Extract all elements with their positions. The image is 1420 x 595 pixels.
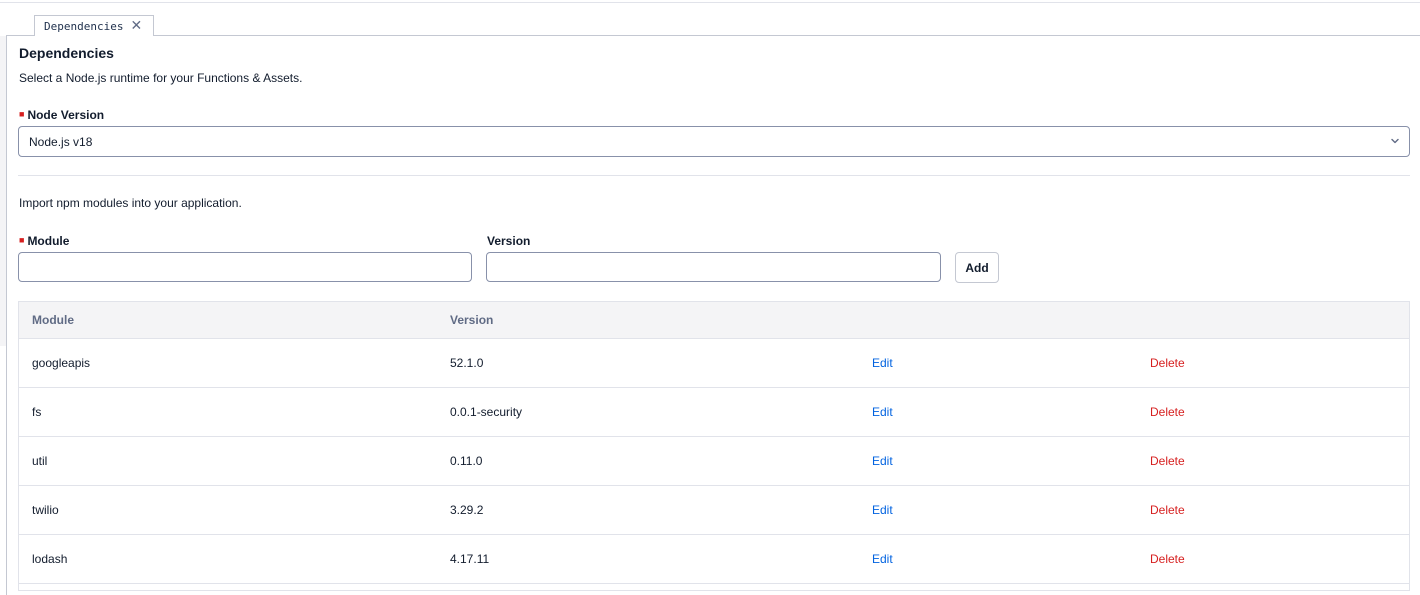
module-name: fs — [32, 405, 42, 419]
module-version: 0.11.0 — [450, 454, 483, 468]
module-name: twilio — [32, 503, 59, 517]
module-version: 52.1.0 — [450, 356, 484, 370]
table-row: twilio 3.29.2 Edit Delete — [19, 486, 1409, 535]
module-version: 4.17.11 — [450, 552, 490, 566]
node-version-value: Node.js v18 — [29, 134, 93, 149]
tab-label: Dependencies — [44, 19, 124, 33]
column-header-version: Version — [450, 313, 494, 327]
table-row: fs 0.0.1-security Edit Delete — [19, 388, 1409, 437]
add-button[interactable]: Add — [955, 252, 999, 283]
edit-link[interactable]: Edit — [872, 503, 893, 517]
tab-dependencies[interactable]: Dependencies ✕ — [34, 15, 154, 36]
version-input[interactable] — [486, 252, 941, 282]
module-field-label: ■ Module — [19, 234, 70, 248]
module-input[interactable] — [18, 252, 472, 282]
npm-description: Import npm modules into your application… — [19, 196, 242, 210]
page-title: Dependencies — [19, 45, 114, 61]
edit-link[interactable]: Edit — [872, 552, 893, 566]
top-divider — [0, 2, 1420, 3]
runtime-description: Select a Node.js runtime for your Functi… — [19, 71, 303, 85]
table-row: lodash 4.17.11 Edit Delete — [19, 535, 1409, 584]
delete-link[interactable]: Delete — [1150, 552, 1185, 566]
column-header-module: Module — [32, 313, 74, 327]
version-field-label: Version — [487, 234, 531, 248]
delete-link[interactable]: Delete — [1150, 454, 1185, 468]
table-row: googleapis 52.1.0 Edit Delete — [19, 339, 1409, 388]
module-name: lodash — [32, 552, 68, 566]
edit-link[interactable]: Edit — [872, 454, 893, 468]
table-row: util 0.11.0 Edit Delete — [19, 437, 1409, 486]
table-header: Module Version — [19, 302, 1409, 339]
node-version-label: ■ Node Version — [19, 108, 105, 122]
delete-link[interactable]: Delete — [1150, 503, 1185, 517]
required-indicator-icon: ■ — [19, 235, 25, 245]
module-name: util — [32, 454, 48, 468]
node-version-select[interactable]: Node.js v18 — [18, 126, 1410, 157]
section-divider — [18, 175, 1410, 176]
edit-link[interactable]: Edit — [872, 356, 893, 370]
module-version: 0.0.1-security — [450, 405, 523, 419]
module-name: googleapis — [32, 356, 91, 370]
required-indicator-icon: ■ — [19, 109, 25, 119]
dependencies-table: Module Version googleapis 52.1.0 Edit De… — [18, 301, 1410, 591]
edit-link[interactable]: Edit — [872, 405, 893, 419]
chevron-down-icon — [1391, 138, 1399, 144]
delete-link[interactable]: Delete — [1150, 356, 1185, 370]
close-icon[interactable]: ✕ — [130, 19, 142, 33]
module-version: 3.29.2 — [450, 503, 484, 517]
delete-link[interactable]: Delete — [1150, 405, 1185, 419]
